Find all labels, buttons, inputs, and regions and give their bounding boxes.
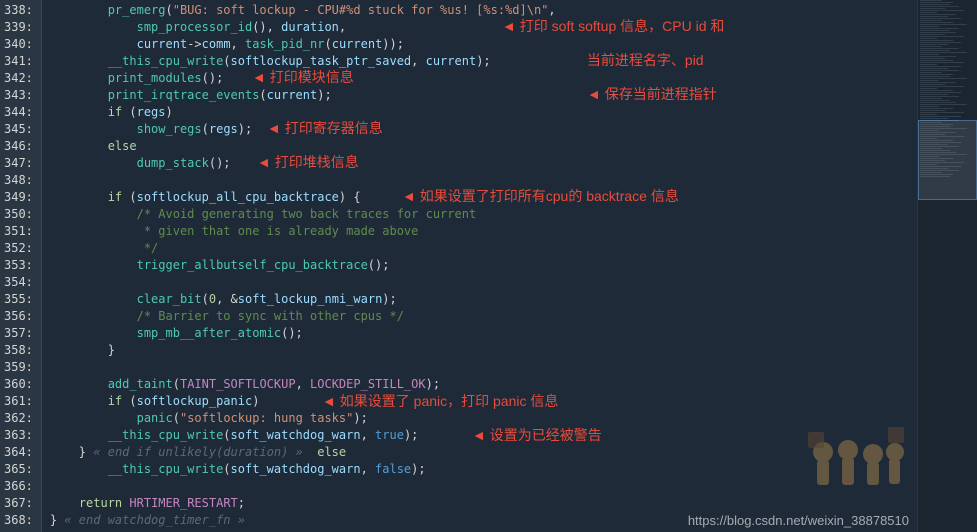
line-number: 362: xyxy=(4,410,33,427)
line-number: 340: xyxy=(4,36,33,53)
line-number: 342: xyxy=(4,70,33,87)
line-number: 343: xyxy=(4,87,33,104)
code-editor: 338: 339: 340: 341: 342: 343: 344: 345: … xyxy=(0,0,977,532)
line-number: 352: xyxy=(4,240,33,257)
line-number: 338: xyxy=(4,2,33,19)
line-number: 359: xyxy=(4,359,33,376)
minimap-viewport[interactable] xyxy=(918,120,977,200)
line-number: 368: xyxy=(4,512,33,529)
line-number: 350: xyxy=(4,206,33,223)
line-number: 361: xyxy=(4,393,33,410)
line-number: 347: xyxy=(4,155,33,172)
watermark-text: https://blog.csdn.net/weixin_38878510 xyxy=(688,513,909,528)
line-number: 363: xyxy=(4,427,33,444)
line-number: 356: xyxy=(4,308,33,325)
line-number: 364: xyxy=(4,444,33,461)
line-number: 345: xyxy=(4,121,33,138)
line-number-gutter: 338: 339: 340: 341: 342: 343: 344: 345: … xyxy=(0,0,42,532)
line-number: 360: xyxy=(4,376,33,393)
line-number: 365: xyxy=(4,461,33,478)
line-number: 351: xyxy=(4,223,33,240)
line-number: 367: xyxy=(4,495,33,512)
line-number: 339: xyxy=(4,19,33,36)
line-number: 341: xyxy=(4,53,33,70)
line-number: 349: xyxy=(4,189,33,206)
line-number: 366: xyxy=(4,478,33,495)
line-number: 344: xyxy=(4,104,33,121)
line-number: 358: xyxy=(4,342,33,359)
line-number: 357: xyxy=(4,325,33,342)
line-number: 353: xyxy=(4,257,33,274)
line-number: 355: xyxy=(4,291,33,308)
minimap[interactable] xyxy=(917,0,977,532)
code-content[interactable]: pr_emerg("BUG: soft lockup - CPU#%d stuc… xyxy=(42,0,917,532)
line-number: 346: xyxy=(4,138,33,155)
line-number: 354: xyxy=(4,274,33,291)
line-number: 348: xyxy=(4,172,33,189)
